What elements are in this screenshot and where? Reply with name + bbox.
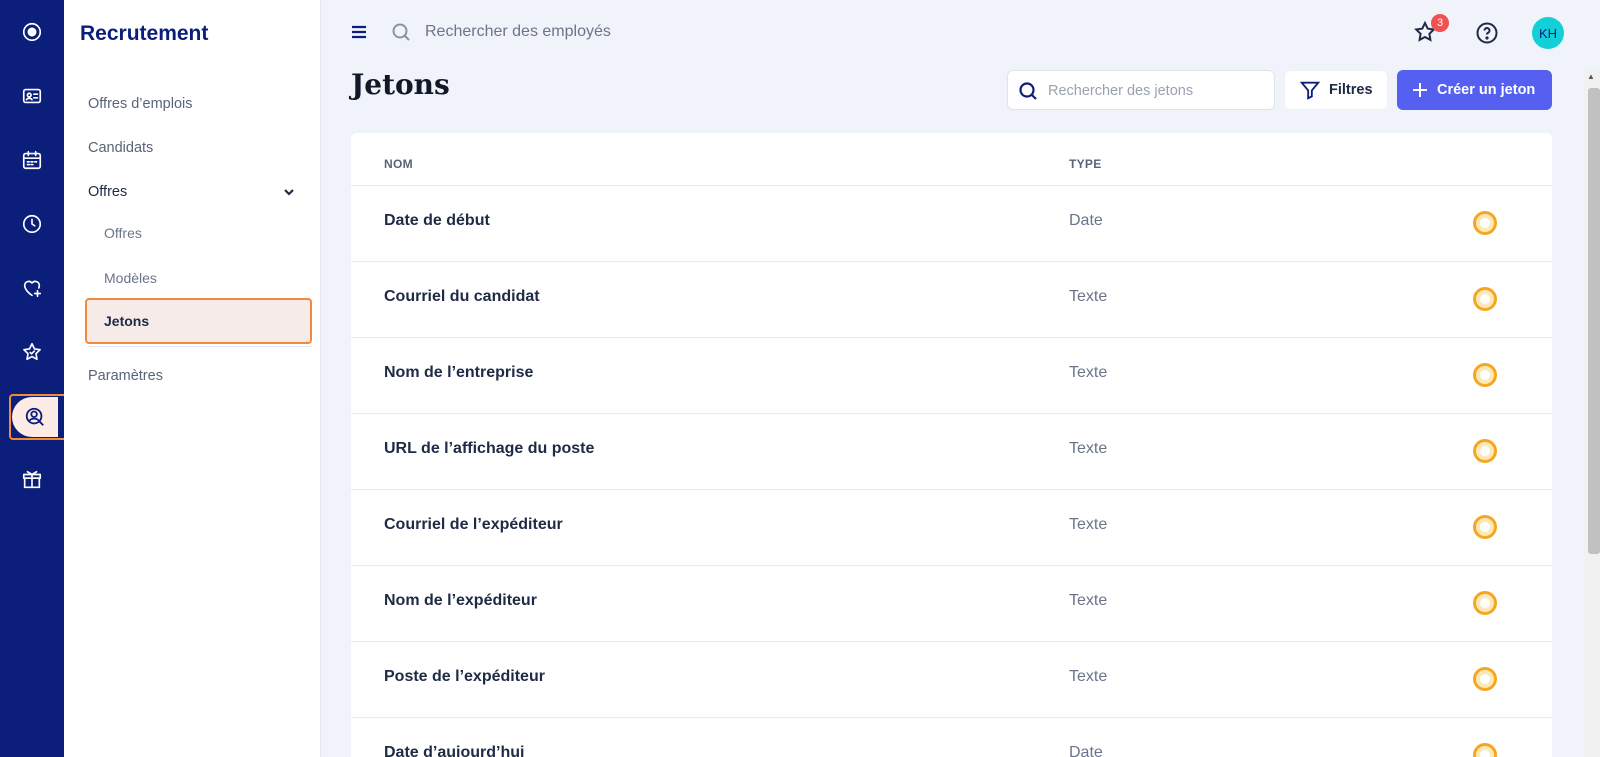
icon-rail: [0, 0, 69, 757]
table-row[interactable]: URL de l’affichage du poste Texte: [351, 413, 1552, 489]
column-header-type[interactable]: TYPE: [1069, 157, 1102, 171]
tokens-table: NOM TYPE Date de début Date Courriel du …: [351, 133, 1552, 757]
chevron-down-icon[interactable]: [282, 185, 296, 199]
star-icon[interactable]: [12, 332, 52, 372]
token-type: Texte: [1069, 592, 1108, 609]
token-name: Poste de l’expéditeur: [384, 668, 545, 685]
table-row[interactable]: Date de début Date: [351, 185, 1552, 261]
token-name: Courriel de l’expéditeur: [384, 516, 563, 533]
status-ring-icon: [1473, 743, 1497, 757]
page-title: Jetons: [351, 68, 450, 101]
scrollbar-thumb[interactable]: [1588, 88, 1600, 554]
status-ring-icon: [1473, 591, 1497, 615]
employee-search-input[interactable]: [425, 18, 825, 46]
status-ring-icon: [1473, 515, 1497, 539]
table-row[interactable]: Date d’aujourd’hui Date: [351, 717, 1552, 757]
token-name: Courriel du candidat: [384, 288, 540, 305]
logo-icon[interactable]: [12, 12, 52, 52]
gift-box-icon[interactable]: [12, 460, 52, 500]
create-token-button-label: Créer un jeton: [1437, 82, 1536, 98]
token-type: Texte: [1069, 364, 1108, 381]
sidebar-item-job-offers[interactable]: Offres d’emplois: [88, 96, 193, 112]
filters-button[interactable]: Filtres: [1284, 70, 1388, 110]
table-row[interactable]: Poste de l’expéditeur Texte: [351, 641, 1552, 717]
notification-badge: 3: [1431, 14, 1449, 32]
table-row[interactable]: Courriel du candidat Texte: [351, 261, 1552, 337]
token-type: Texte: [1069, 288, 1108, 305]
token-name: Date d’aujourd’hui: [384, 744, 525, 757]
token-search-box[interactable]: [1007, 70, 1275, 110]
help-icon[interactable]: [1475, 21, 1501, 47]
status-ring-icon: [1473, 287, 1497, 311]
id-card-icon[interactable]: [12, 76, 52, 116]
token-name: Nom de l’expéditeur: [384, 592, 537, 609]
table-row[interactable]: Nom de l’entreprise Texte: [351, 337, 1552, 413]
recruitment-sidebar: Recrutement Offres d’emplois Candidats O…: [64, 0, 321, 757]
sidebar-item-offers-group[interactable]: Offres: [88, 184, 127, 200]
create-token-button[interactable]: Créer un jeton: [1397, 70, 1552, 110]
sidebar-subitem-offers[interactable]: Offres: [104, 225, 142, 241]
status-ring-icon: [1473, 439, 1497, 463]
avatar[interactable]: KH: [1532, 17, 1564, 49]
scroll-up-arrow-icon[interactable]: ▲: [1587, 72, 1597, 82]
top-bar: 3 KH: [321, 0, 1600, 66]
token-name: URL de l’affichage du poste: [384, 440, 595, 457]
token-name: Nom de l’entreprise: [384, 364, 534, 381]
sidebar-subitem-templates[interactable]: Modèles: [104, 270, 157, 286]
token-search-icon: [1019, 82, 1037, 100]
sidebar-subitem-tokens-label: Jetons: [104, 313, 150, 329]
sidebar-title: Recrutement: [80, 22, 209, 45]
column-header-name[interactable]: NOM: [384, 157, 413, 171]
sidebar-item-candidates[interactable]: Candidats: [88, 140, 153, 156]
table-row[interactable]: Courriel de l’expéditeur Texte: [351, 489, 1552, 565]
sidebar-divider: [88, 346, 312, 347]
token-type: Texte: [1069, 440, 1108, 457]
token-type: Texte: [1069, 516, 1108, 533]
token-type: Date: [1069, 212, 1103, 229]
sidebar-item-settings[interactable]: Paramètres: [88, 368, 163, 384]
sidebar-subitem-tokens[interactable]: Jetons: [85, 298, 312, 344]
menu-icon[interactable]: [350, 24, 368, 40]
status-ring-icon: [1473, 667, 1497, 691]
plus-icon: [1413, 83, 1427, 97]
filter-icon: [1299, 81, 1321, 100]
token-search-input[interactable]: [1048, 79, 1268, 103]
heart-plus-icon[interactable]: [12, 268, 52, 308]
rail-active-highlight: [9, 394, 69, 440]
token-type: Date: [1069, 744, 1103, 757]
token-name: Date de début: [384, 212, 490, 229]
filters-button-label: Filtres: [1329, 82, 1373, 98]
table-row[interactable]: Nom de l’expéditeur Texte: [351, 565, 1552, 641]
status-ring-icon: [1473, 363, 1497, 387]
token-type: Texte: [1069, 668, 1108, 685]
status-ring-icon: [1473, 211, 1497, 235]
calendar-icon[interactable]: [12, 140, 52, 180]
search-icon: [391, 22, 411, 42]
clock-icon[interactable]: [12, 204, 52, 244]
